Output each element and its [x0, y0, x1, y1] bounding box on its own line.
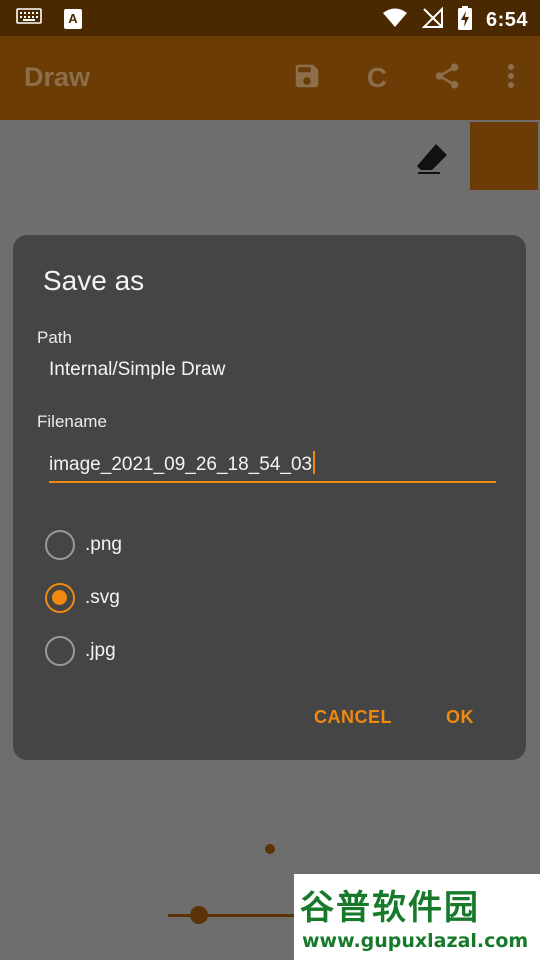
eraser-button[interactable] — [414, 140, 450, 176]
save-icon — [292, 61, 322, 96]
brush-size-slider[interactable] — [168, 914, 308, 917]
radio-svg[interactable] — [45, 583, 75, 613]
color-picker-button[interactable] — [470, 122, 538, 190]
format-label-svg: .svg — [85, 587, 120, 608]
radio-png[interactable] — [45, 530, 75, 560]
filename-value: image_2021_09_26_18_54_03 — [49, 454, 313, 475]
format-label-png: .png — [85, 534, 122, 555]
a-notification-icon: A — [64, 8, 82, 29]
clear-button[interactable]: C — [342, 58, 412, 98]
path-value[interactable]: Internal/Simple Draw — [49, 359, 225, 381]
watermark: 谷普软件园 www.gupuxlazal.com — [294, 874, 540, 960]
app-title: Draw — [24, 62, 91, 92]
filename-input[interactable]: image_2021_09_26_18_54_03 — [49, 449, 496, 483]
path-label: Path — [37, 328, 72, 347]
app-bar: Draw C — [0, 36, 540, 120]
status-bar: A 6:54 — [0, 0, 540, 36]
signal-off-icon — [421, 6, 444, 34]
save-as-dialog: Save as Path Internal/Simple Draw Filena… — [13, 235, 526, 760]
status-time: 6:54 — [485, 9, 528, 31]
format-option-svg[interactable]: .svg — [45, 582, 120, 614]
dialog-title: Save as — [43, 265, 145, 296]
watermark-logo-text: 谷普软件园 — [300, 888, 480, 928]
watermark-url: www.gupuxlazal.com — [302, 930, 529, 952]
more-options-button[interactable] — [482, 58, 540, 98]
a-notification-label: A — [68, 11, 78, 26]
app-bar-actions: C — [272, 58, 540, 98]
format-option-jpg[interactable]: .jpg — [45, 635, 116, 667]
more-vert-icon — [507, 63, 515, 94]
ok-button[interactable]: OK — [446, 707, 474, 728]
text-cursor — [313, 451, 316, 474]
format-option-png[interactable]: .png — [45, 529, 122, 561]
keyboard-icon — [16, 8, 42, 29]
brush-preview-dot — [265, 844, 275, 854]
wifi-icon — [382, 7, 408, 34]
format-label-jpg: .jpg — [85, 640, 116, 661]
radio-jpg[interactable] — [45, 636, 75, 666]
filename-label: Filename — [37, 412, 107, 431]
battery-charging-icon — [457, 6, 472, 35]
share-icon — [432, 61, 462, 96]
save-button[interactable] — [272, 58, 342, 98]
cancel-button[interactable]: CANCEL — [314, 707, 392, 728]
brush-size-slider-thumb[interactable] — [190, 906, 208, 924]
share-button[interactable] — [412, 58, 482, 98]
eraser-icon — [414, 144, 450, 180]
